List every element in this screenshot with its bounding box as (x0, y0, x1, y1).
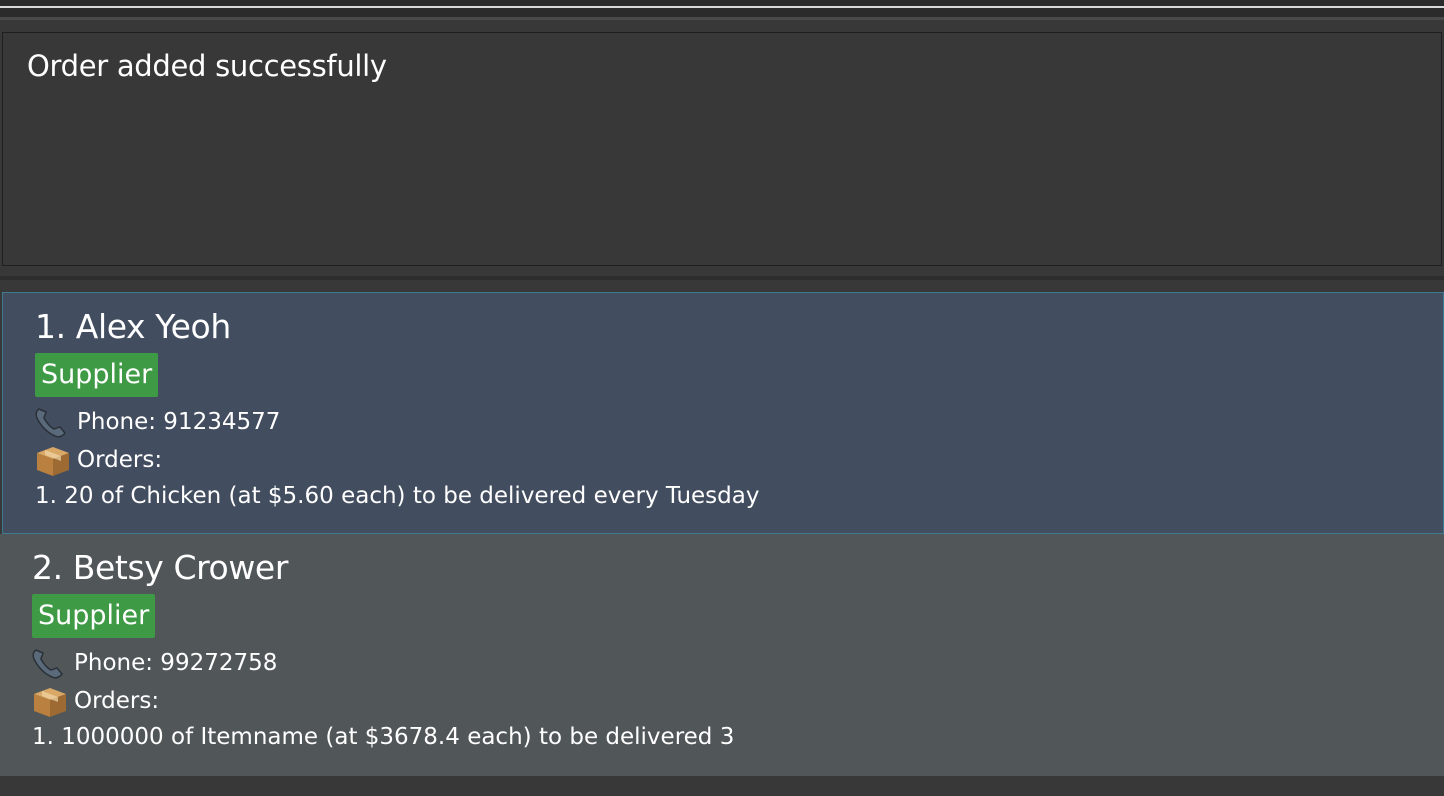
phone-number: Phone: 99272758 (74, 650, 278, 676)
status-bar-area (0, 776, 1444, 796)
panel-divider[interactable] (0, 276, 1444, 280)
package-icon (30, 684, 70, 718)
person-tag: Supplier (32, 594, 156, 638)
phone-row: Phone: 91234577 (33, 405, 280, 439)
orders-row: Orders: (33, 443, 162, 477)
order-item: 1. 1000000 of Itemname (at $3678.4 each)… (32, 724, 735, 750)
command-box-area (0, 0, 1444, 20)
command-box-border (0, 6, 1444, 8)
phone-icon (33, 405, 73, 439)
order-item: 1. 20 of Chicken (at $5.60 each) to be d… (35, 483, 760, 509)
package-icon (33, 443, 73, 477)
person-list[interactable]: 1. Alex Yeoh Supplier Phone: 91234577 Or… (0, 292, 1444, 776)
person-card[interactable]: 2. Betsy Crower Supplier Phone: 99272758… (0, 534, 1444, 776)
person-card[interactable]: 1. Alex Yeoh Supplier Phone: 91234577 Or… (2, 292, 1444, 534)
phone-number: Phone: 91234577 (77, 409, 281, 435)
result-display[interactable]: Order added successfully (2, 32, 1442, 266)
person-tag: Supplier (35, 353, 159, 397)
phone-row: Phone: 99272758 (30, 646, 277, 680)
result-message: Order added successfully (27, 49, 387, 83)
orders-row: Orders: (30, 684, 159, 718)
orders-label: Orders: (74, 688, 160, 714)
top-divider (0, 17, 1444, 20)
orders-label: Orders: (77, 447, 163, 473)
person-name: 2. Betsy Crower (32, 548, 289, 587)
person-name: 1. Alex Yeoh (35, 307, 231, 346)
phone-icon (30, 646, 70, 680)
